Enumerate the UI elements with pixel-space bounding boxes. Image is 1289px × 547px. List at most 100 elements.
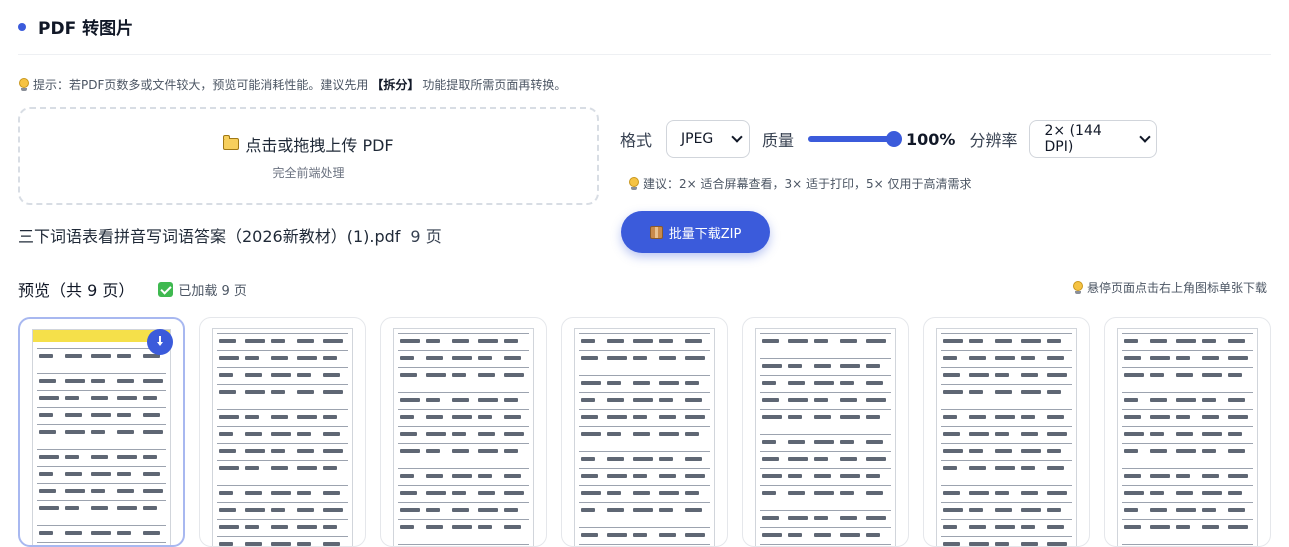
- page-text: [271, 432, 291, 436]
- page-rule: [37, 348, 166, 349]
- slider-thumb[interactable]: [886, 131, 903, 147]
- folder-icon: [223, 134, 240, 150]
- page-text: [943, 449, 963, 453]
- page-text: [1202, 449, 1216, 453]
- page-thumbnail[interactable]: [18, 317, 185, 547]
- page-text: [245, 449, 265, 453]
- lightbulb-icon: [1072, 280, 1084, 295]
- page-thumbnail[interactable]: [561, 317, 728, 547]
- page-text: [788, 491, 805, 495]
- page-preview-image: [574, 328, 715, 546]
- page-thumbnail[interactable]: [1104, 317, 1271, 547]
- page-rule: [398, 409, 529, 410]
- page-text: [866, 398, 886, 402]
- page-text: [143, 455, 157, 459]
- page-thumbnail[interactable]: [742, 317, 909, 547]
- page-text: [143, 430, 163, 434]
- page-text: [271, 339, 285, 343]
- loaded-status: 已加载 9 页: [158, 280, 247, 299]
- page-text: [91, 531, 111, 535]
- page-rule: [217, 350, 348, 351]
- hover-tip-text: 悬停页面点击右上角图标单张下载: [1086, 281, 1267, 295]
- page-text: [659, 398, 673, 402]
- page-text: [762, 364, 782, 368]
- quality-slider[interactable]: [808, 128, 903, 150]
- chevron-down-icon: [731, 131, 743, 143]
- page-text: [685, 474, 705, 478]
- page-text: [1202, 474, 1219, 478]
- page-text: [1021, 449, 1041, 453]
- page-text: [814, 339, 828, 343]
- page-text: [969, 432, 989, 436]
- page-text: [995, 508, 1012, 512]
- page-text: [581, 415, 598, 419]
- page-text: [1047, 449, 1061, 453]
- page-rule: [398, 426, 529, 427]
- page-text: [607, 356, 627, 360]
- page-rule: [941, 443, 1072, 444]
- page-text: [91, 455, 108, 459]
- page-text: [323, 390, 343, 394]
- page-text: [39, 354, 53, 358]
- page-text: [1047, 508, 1061, 512]
- page-rule: [760, 485, 891, 486]
- page-text: [143, 379, 163, 383]
- download-zip-button[interactable]: 批量下载ZIP: [621, 211, 770, 253]
- page-thumbnail[interactable]: [380, 317, 547, 547]
- format-label: 格式: [620, 131, 653, 150]
- page-text: [1124, 474, 1141, 478]
- page-text: [39, 396, 59, 400]
- page-text: [65, 430, 85, 434]
- page-rule: [37, 449, 166, 450]
- page-text: [504, 398, 518, 402]
- page-text: [1047, 390, 1061, 394]
- page-text: [866, 457, 886, 461]
- page-text: [943, 415, 957, 419]
- page-text: [1150, 508, 1167, 512]
- page-text: [995, 542, 1009, 546]
- page-text: [633, 457, 653, 461]
- page-text: [478, 449, 498, 453]
- page-text: [814, 415, 831, 419]
- page-text: [504, 339, 518, 343]
- page-thumbnail[interactable]: [923, 317, 1090, 547]
- page-text: [969, 339, 983, 343]
- page-text: [91, 379, 105, 383]
- page-thumbnail[interactable]: [199, 317, 366, 547]
- page-text: [400, 432, 417, 436]
- page-text: [581, 381, 601, 385]
- page-text: [814, 533, 831, 537]
- page-text: [117, 506, 137, 510]
- page-text: [788, 415, 802, 419]
- page-text: [117, 396, 137, 400]
- download-icon[interactable]: [147, 329, 173, 355]
- page-text: [943, 356, 957, 360]
- page-text: [685, 457, 702, 461]
- page-text: [1150, 356, 1170, 360]
- page-text: [65, 354, 82, 358]
- resolution-select[interactable]: 2× (144 DPI): [1029, 120, 1158, 158]
- page-text: [452, 449, 469, 453]
- quality-value: 100%: [906, 129, 956, 149]
- page-text: [323, 432, 340, 436]
- page-text: [814, 516, 828, 520]
- page-text: [969, 390, 983, 394]
- upload-dropzone[interactable]: 点击或拖拽上传 PDF 完全前端处理: [18, 107, 599, 205]
- page-text: [1150, 373, 1164, 377]
- page-text: [1176, 415, 1190, 419]
- page-text: [607, 432, 621, 436]
- page-text: [323, 449, 343, 453]
- page-text: [866, 474, 880, 478]
- loaded-text: 已加载 9 页: [178, 283, 247, 299]
- page-rule: [37, 407, 166, 408]
- page-text: [117, 472, 131, 476]
- page-text: [1021, 508, 1041, 512]
- page-text: [943, 542, 960, 546]
- resolution-tip: 建议：2× 适合屏幕查看，3× 适于打印，5× 仅用于高清需求: [628, 175, 972, 192]
- page-text: [478, 415, 492, 419]
- page-rule: [398, 502, 529, 503]
- format-select[interactable]: JPEG: [666, 120, 751, 158]
- page-text: [323, 542, 340, 546]
- page-text: [426, 356, 443, 360]
- upload-title-row: 点击或拖拽上传 PDF: [223, 132, 394, 156]
